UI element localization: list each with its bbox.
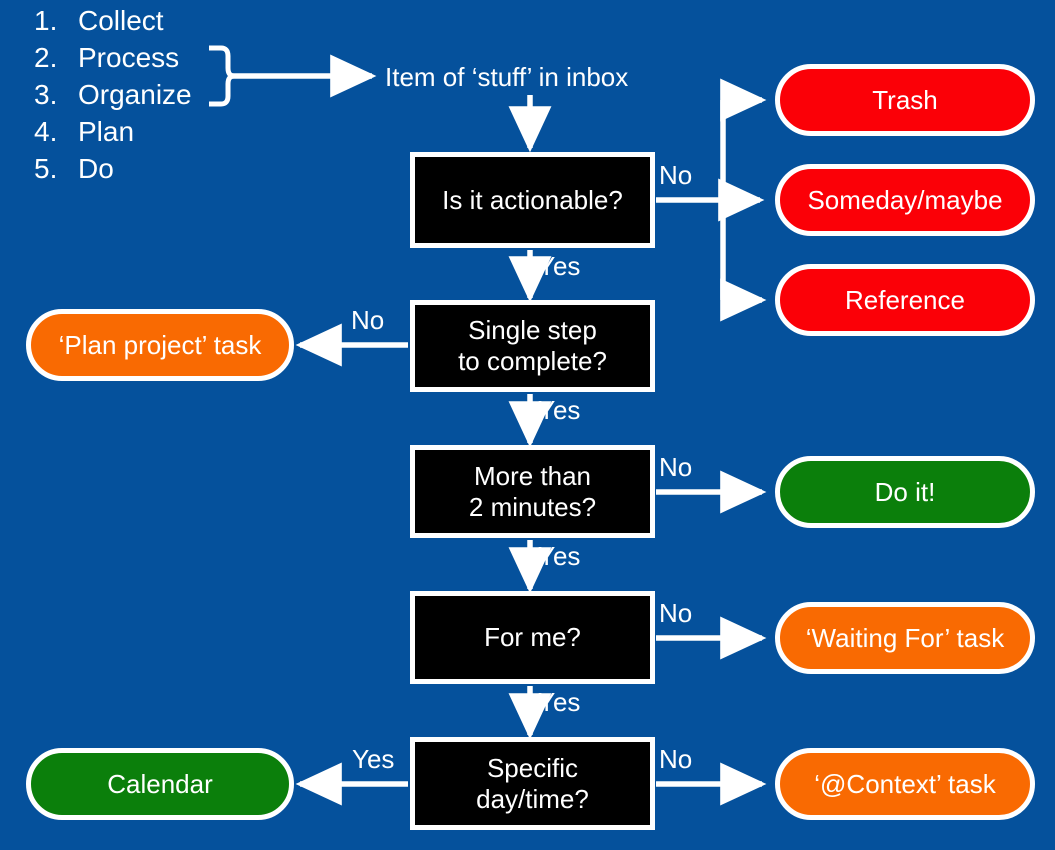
outcome-calendar[interactable]: Calendar bbox=[26, 748, 294, 820]
outcome-label: Someday/maybe bbox=[807, 184, 1003, 215]
outcome-trash[interactable]: Trash bbox=[775, 64, 1035, 136]
step-number: 4. bbox=[34, 116, 58, 147]
step-number: 3. bbox=[34, 79, 58, 110]
outcome-label: Do it! bbox=[874, 476, 936, 507]
edge-label-specific-no: No bbox=[659, 744, 693, 774]
decision-line: Single step bbox=[468, 315, 597, 345]
edge-label-for-me-yes: Yes bbox=[538, 687, 581, 717]
outcome-context-task[interactable]: ‘@Context’ task bbox=[775, 748, 1035, 820]
outcome-waiting-for-task[interactable]: ‘Waiting For’ task bbox=[775, 602, 1035, 674]
decision-line: to complete? bbox=[458, 346, 607, 376]
decision-line: More than bbox=[473, 460, 592, 491]
outcome-reference[interactable]: Reference bbox=[775, 264, 1035, 336]
step-number: 2. bbox=[34, 42, 58, 73]
outcome-label: Reference bbox=[845, 284, 965, 315]
edge-label-single-step-yes: Yes bbox=[538, 395, 581, 425]
gtd-flowchart: 1. Collect 2. Process 3. Organize 4. Pla… bbox=[0, 0, 1055, 850]
decision-line: Is it actionable? bbox=[442, 184, 623, 215]
decision-for-me[interactable]: For me? bbox=[410, 591, 655, 684]
edge-label-actionable-no: No bbox=[659, 160, 693, 190]
gtd-steps-list: 1. Collect 2. Process 3. Organize 4. Pla… bbox=[34, 2, 264, 187]
outcome-do-it[interactable]: Do it! bbox=[775, 456, 1035, 528]
edge-label-two-minutes-no: No bbox=[659, 452, 693, 482]
inbox-entry-label: Item of ‘stuff’ in inbox bbox=[385, 62, 629, 92]
step-label: Plan bbox=[78, 116, 135, 147]
edge-label-for-me-no: No bbox=[659, 598, 693, 628]
list-item: 2. Process bbox=[34, 39, 264, 76]
step-label: Organize bbox=[78, 79, 192, 110]
decision-single-step[interactable]: Single step to complete? bbox=[410, 300, 655, 392]
edge-label-specific-yes: Yes bbox=[352, 744, 395, 774]
decision-specific-day-time[interactable]: Specific day/time? bbox=[410, 737, 655, 830]
step-number: 5. bbox=[34, 153, 58, 184]
decision-more-than-2-minutes[interactable]: More than 2 minutes? bbox=[410, 445, 655, 538]
step-label: Process bbox=[78, 42, 180, 73]
step-label: Do bbox=[78, 153, 114, 184]
list-item: 1. Collect bbox=[34, 2, 264, 39]
decision-is-it-actionable[interactable]: Is it actionable? bbox=[410, 152, 655, 248]
edge-label-two-minutes-yes: Yes bbox=[538, 541, 581, 571]
edge-label-single-step-no: No bbox=[351, 305, 385, 335]
outcome-label: ‘Plan project’ task bbox=[58, 329, 262, 360]
decision-line: Specific bbox=[486, 752, 579, 783]
outcome-label: ‘Waiting For’ task bbox=[805, 622, 1005, 653]
list-item: 5. Do bbox=[34, 150, 264, 187]
outcome-label: Trash bbox=[872, 84, 938, 115]
outcome-label: Calendar bbox=[107, 768, 213, 799]
edge-label-actionable-yes: Yes bbox=[538, 251, 581, 281]
step-label: Collect bbox=[78, 5, 164, 36]
outcome-plan-project-task[interactable]: ‘Plan project’ task bbox=[26, 309, 294, 381]
outcome-label: ‘@Context’ task bbox=[814, 768, 996, 799]
list-item: 4. Plan bbox=[34, 113, 264, 150]
outcome-someday-maybe[interactable]: Someday/maybe bbox=[775, 164, 1035, 236]
decision-line: 2 minutes? bbox=[468, 491, 597, 522]
decision-line: For me? bbox=[484, 622, 581, 652]
list-item: 3. Organize bbox=[34, 76, 264, 113]
decision-line: day/time? bbox=[476, 783, 589, 814]
step-number: 1. bbox=[34, 5, 58, 36]
